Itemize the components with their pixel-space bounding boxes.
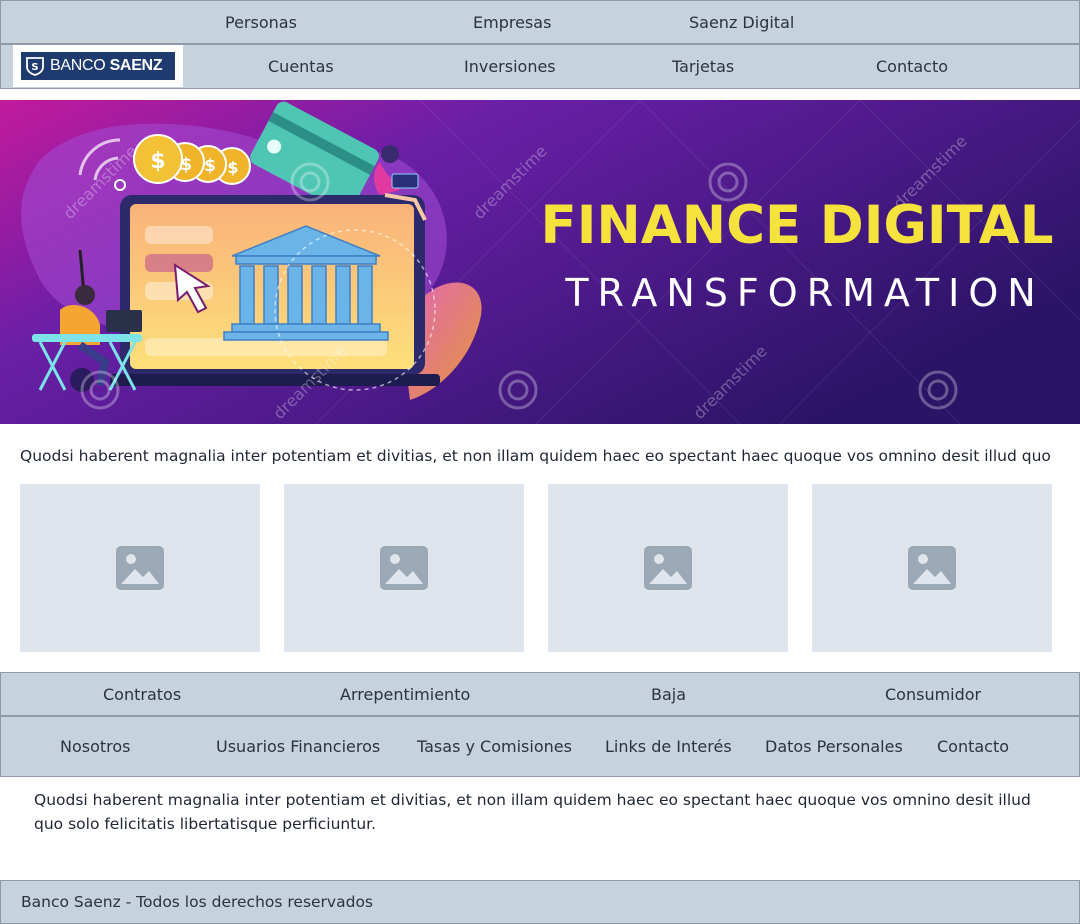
top-navigation-bar: Personas Empresas Saenz Digital — [0, 0, 1080, 44]
banco-saenz-logo: S BANCO SAENZ — [21, 52, 175, 80]
logo-text-light: BANCO — [50, 57, 106, 74]
hero-headline: FINANCE DIGITAL — [541, 195, 1054, 256]
image-placeholder-icon — [116, 546, 164, 590]
svg-text:$: $ — [227, 158, 238, 177]
svg-text:$: $ — [180, 154, 193, 175]
nav-contacto-footer[interactable]: Contacto — [937, 737, 1009, 756]
svg-text:S: S — [31, 62, 38, 73]
nav-consumidor[interactable]: Consumidor — [885, 685, 981, 704]
copyright-bar: Banco Saenz - Todos los derechos reserva… — [0, 880, 1080, 924]
image-tile-2[interactable] — [284, 484, 524, 652]
footer-navigation-bar: Nosotros Usuarios Financieros Tasas y Co… — [0, 716, 1080, 777]
hero-banner: $ $ $ $ dreamstime dreamstime dreamstime… — [0, 100, 1080, 424]
nav-usuarios-financieros[interactable]: Usuarios Financieros — [216, 737, 380, 756]
nav-tarjetas[interactable]: Tarjetas — [672, 57, 734, 76]
legal-navigation-bar: Contratos Arrepentimiento Baja Consumido… — [0, 672, 1080, 716]
nav-nosotros[interactable]: Nosotros — [60, 737, 131, 756]
hero-subheadline: TRANSFORMATION — [564, 271, 1044, 315]
intro-paragraph: Quodsi haberent magnalia inter potentiam… — [20, 447, 1051, 465]
nav-contacto[interactable]: Contacto — [876, 57, 948, 76]
nav-baja[interactable]: Baja — [651, 685, 686, 704]
nav-links-interes[interactable]: Links de Interés — [605, 737, 732, 756]
svg-text:$: $ — [150, 149, 165, 174]
nav-arrepentimiento[interactable]: Arrepentimiento — [340, 685, 470, 704]
svg-text:$: $ — [204, 156, 216, 176]
nav-saenz-digital[interactable]: Saenz Digital — [689, 13, 794, 32]
nav-empresas[interactable]: Empresas — [473, 13, 551, 32]
copyright-text: Banco Saenz - Todos los derechos reserva… — [21, 893, 373, 911]
image-tile-1[interactable] — [20, 484, 260, 652]
image-placeholder-icon — [908, 546, 956, 590]
shield-icon: S — [26, 57, 44, 76]
image-placeholder-icon — [644, 546, 692, 590]
hero-illustration: $ $ $ $ dreamstime dreamstime dreamstime… — [0, 100, 1080, 424]
image-placeholder-icon — [380, 546, 428, 590]
nav-datos-personales[interactable]: Datos Personales — [765, 737, 903, 756]
nav-personas[interactable]: Personas — [225, 13, 297, 32]
footer-paragraph: Quodsi haberent magnalia inter potentiam… — [34, 791, 1031, 833]
main-navigation-bar: S BANCO SAENZ Cuentas Inversiones Tarjet… — [0, 44, 1080, 89]
logo-text-bold: SAENZ — [109, 57, 163, 74]
nav-inversiones[interactable]: Inversiones — [464, 57, 556, 76]
image-tile-3[interactable] — [548, 484, 788, 652]
nav-contratos[interactable]: Contratos — [103, 685, 181, 704]
logo-link[interactable]: S BANCO SAENZ — [13, 45, 183, 87]
nav-cuentas[interactable]: Cuentas — [268, 57, 334, 76]
nav-tasas-comisiones[interactable]: Tasas y Comisiones — [417, 737, 572, 756]
image-tile-4[interactable] — [812, 484, 1052, 652]
